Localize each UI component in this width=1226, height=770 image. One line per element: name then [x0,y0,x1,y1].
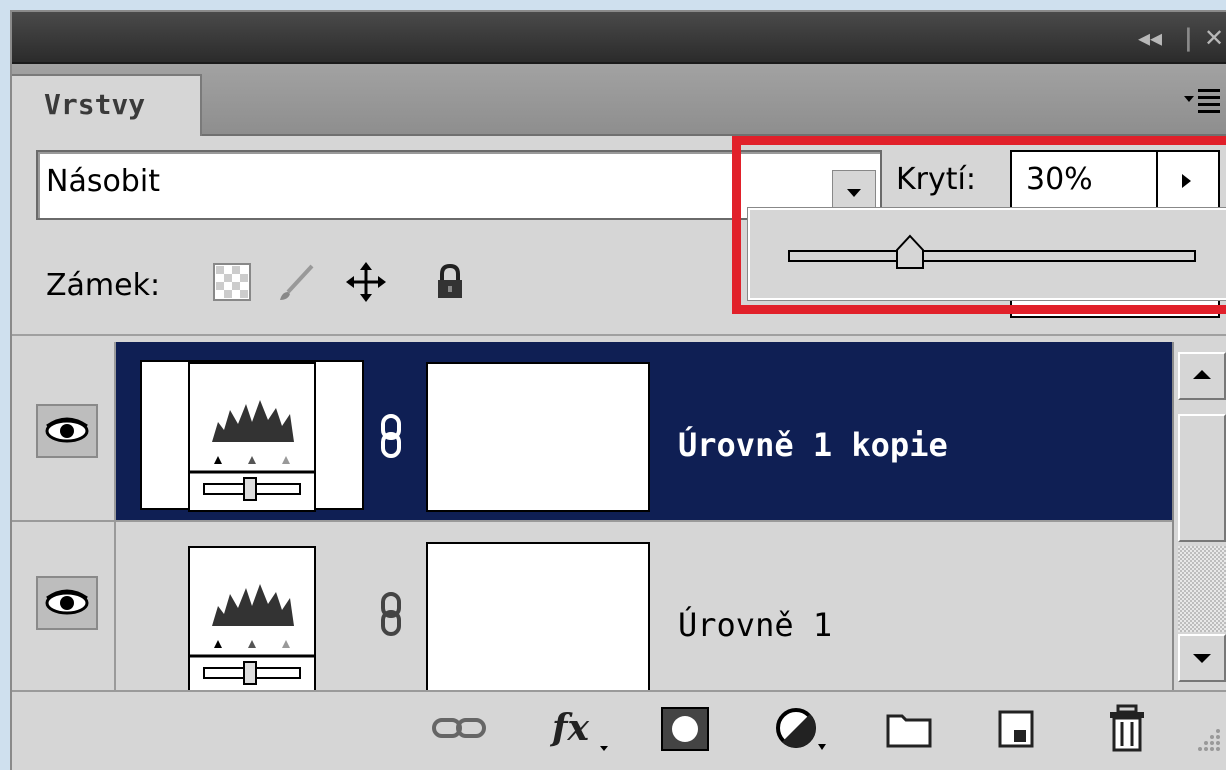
scroll-track[interactable] [1178,546,1226,632]
titlebar-divider: | [1184,24,1193,52]
fx-icon[interactable]: fx [548,704,618,754]
layer-mask-thumbnail[interactable] [426,362,650,512]
tab-layers[interactable]: Vrstvy [12,74,202,136]
scroll-thumb[interactable] [1178,414,1226,542]
divider [12,334,1226,336]
layer-row[interactable]: Úrovně 1 [12,520,1172,696]
new-layer-icon[interactable] [992,704,1042,754]
layers-panel: ◂◂ | ✕ Vrstvy Násobit Krytí: 30% Zámek: [10,10,1226,770]
blend-mode-value: Násobit [46,164,160,199]
eye-icon[interactable] [36,576,98,630]
panel-title-bar: ◂◂ | ✕ [12,12,1226,64]
levels-adjustment-icon [188,546,316,696]
lock-pixels-brush-icon[interactable] [276,262,316,302]
layer-row[interactable]: Úrovně 1 kopie [12,342,1172,520]
scroll-down-button[interactable] [1178,634,1226,682]
red-highlight-frame [732,136,1226,314]
add-mask-icon[interactable] [658,704,714,754]
new-group-icon[interactable] [884,704,934,754]
panel-menu-icon[interactable] [1182,86,1222,116]
layer-name[interactable]: Úrovně 1 [678,606,832,644]
svg-text:fx: fx [549,707,589,749]
panel-footer: fx [12,690,1226,770]
eye-icon[interactable] [36,404,98,458]
link-layers-icon[interactable] [430,704,490,754]
chain-link-icon[interactable] [380,592,404,636]
chain-link-icon[interactable] [380,414,404,458]
delete-layer-icon[interactable] [1102,704,1152,754]
tab-strip: Vrstvy [12,64,1226,136]
visibility-column [12,342,116,520]
layers-scrollbar[interactable] [1172,342,1226,690]
collapse-panel-icon[interactable]: ◂◂ [1138,24,1162,52]
layer-name[interactable]: Úrovně 1 kopie [678,426,948,464]
resize-grip-icon[interactable] [1184,716,1224,766]
adjustment-layer-icon[interactable] [772,704,832,754]
lock-position-move-icon[interactable] [346,262,386,302]
visibility-column [12,522,116,690]
lock-all-padlock-icon[interactable] [430,262,470,302]
levels-adjustment-icon [188,362,316,512]
lock-transparency-icon[interactable] [212,262,252,302]
lock-label: Zámek: [46,268,161,303]
scroll-up-button[interactable] [1178,352,1226,400]
close-panel-icon[interactable]: ✕ [1204,24,1224,52]
layer-mask-thumbnail[interactable] [426,542,650,692]
